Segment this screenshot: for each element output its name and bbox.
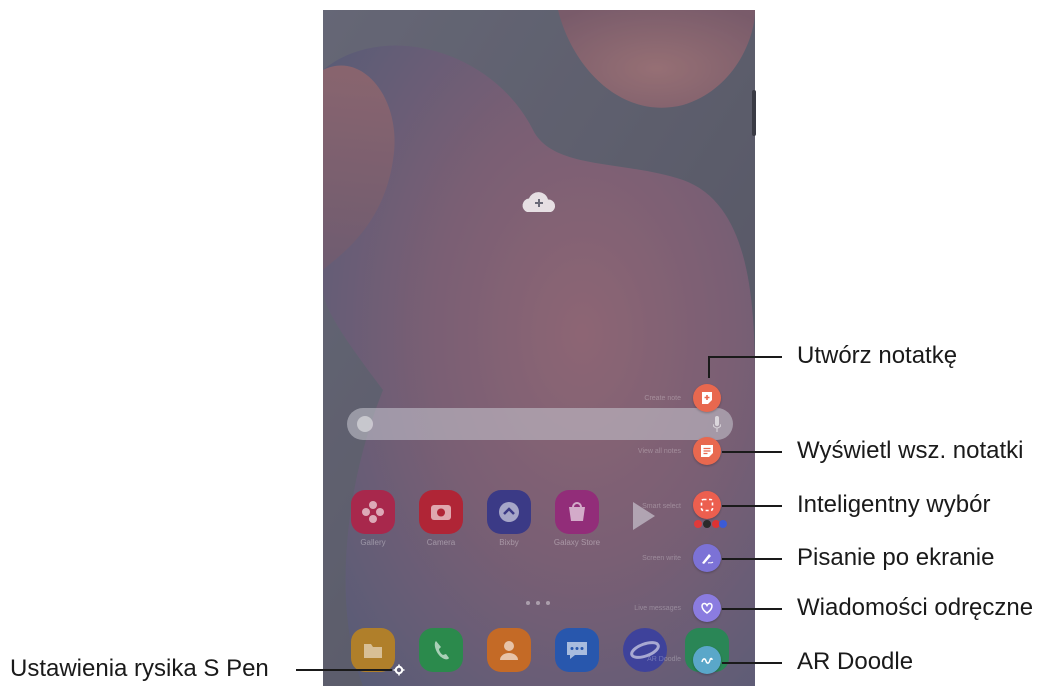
gear-icon[interactable] <box>393 663 405 681</box>
search-bar[interactable] <box>347 408 733 440</box>
dim-overlay <box>323 10 755 686</box>
callout-line-create-note <box>708 356 782 358</box>
mic-icon[interactable] <box>713 416 721 432</box>
callout-line-screen-write <box>722 558 782 560</box>
menu-label-screen-write: Screen write <box>642 555 681 562</box>
live-messages-button[interactable] <box>693 594 721 622</box>
annotation-view-all-notes: Wyświetl wsz. notatki <box>797 437 1024 464</box>
app-icon-contacts[interactable] <box>487 628 531 672</box>
ar-doodle-icon <box>701 657 713 664</box>
view-all-notes-button[interactable] <box>693 437 721 465</box>
app-icon-bixby[interactable] <box>487 490 531 534</box>
app-icon-galaxy-store[interactable] <box>555 490 599 534</box>
app-icon-play-store[interactable] <box>623 496 663 536</box>
app-icon-my-files[interactable] <box>351 628 395 672</box>
menu-label-live-messages: Live messages <box>634 605 681 612</box>
annotation-s-pen-settings: Ustawienia rysika S Pen <box>10 655 269 682</box>
pen-write-icon <box>702 554 714 564</box>
menu-label-view-all-notes: View all notes <box>637 448 681 455</box>
app-icon-phone[interactable] <box>419 628 463 672</box>
callout-line-live-messages <box>722 608 782 610</box>
cloud-add-icon[interactable] <box>519 190 559 221</box>
annotation-smart-select: Inteligentny wybór <box>797 491 991 518</box>
callout-line-ar-doodle <box>722 662 782 664</box>
notes-list-icon <box>701 445 713 457</box>
device-side-button <box>752 90 756 136</box>
smart-select-button[interactable] <box>693 491 721 519</box>
smart-select-icon <box>700 498 714 512</box>
app-icon-gallery[interactable] <box>351 490 395 534</box>
callout-line-view-all-notes <box>722 451 782 453</box>
page-indicator <box>523 592 553 610</box>
google-icon <box>357 416 373 432</box>
ar-doodle-button[interactable] <box>693 646 721 674</box>
annotation-create-note: Utwórz notatkę <box>797 342 958 369</box>
annotation-screen-write: Pisanie po ekranie <box>797 544 995 571</box>
app-icon-internet[interactable] <box>623 628 667 672</box>
callout-line-smart-select <box>722 505 782 507</box>
app-label: Galaxy Store <box>553 538 601 547</box>
note-plus-icon <box>702 392 712 404</box>
tablet-screen: Gallery Camera Bixby Galaxy Store Create… <box>323 10 755 686</box>
menu-label-create-note: Create note <box>644 395 681 402</box>
annotation-ar-doodle: AR Doodle <box>797 648 914 675</box>
menu-label-smart-select: Smart select <box>642 503 681 510</box>
app-icon-messages[interactable] <box>555 628 599 672</box>
callout-connector <box>708 356 710 378</box>
smart-select-badges <box>693 516 727 534</box>
annotation-live-messages: Wiadomości odręczne <box>797 594 1034 621</box>
app-label: Gallery <box>360 538 386 547</box>
app-label: Camera <box>426 538 456 547</box>
screen-write-button[interactable] <box>693 544 721 572</box>
callout-line-s-pen-settings <box>296 669 392 671</box>
heart-icon <box>701 602 713 614</box>
menu-label-ar-doodle: AR Doodle <box>647 656 681 663</box>
app-label: Bixby <box>499 538 519 547</box>
app-icon-camera[interactable] <box>419 490 463 534</box>
create-note-button[interactable] <box>693 384 721 412</box>
